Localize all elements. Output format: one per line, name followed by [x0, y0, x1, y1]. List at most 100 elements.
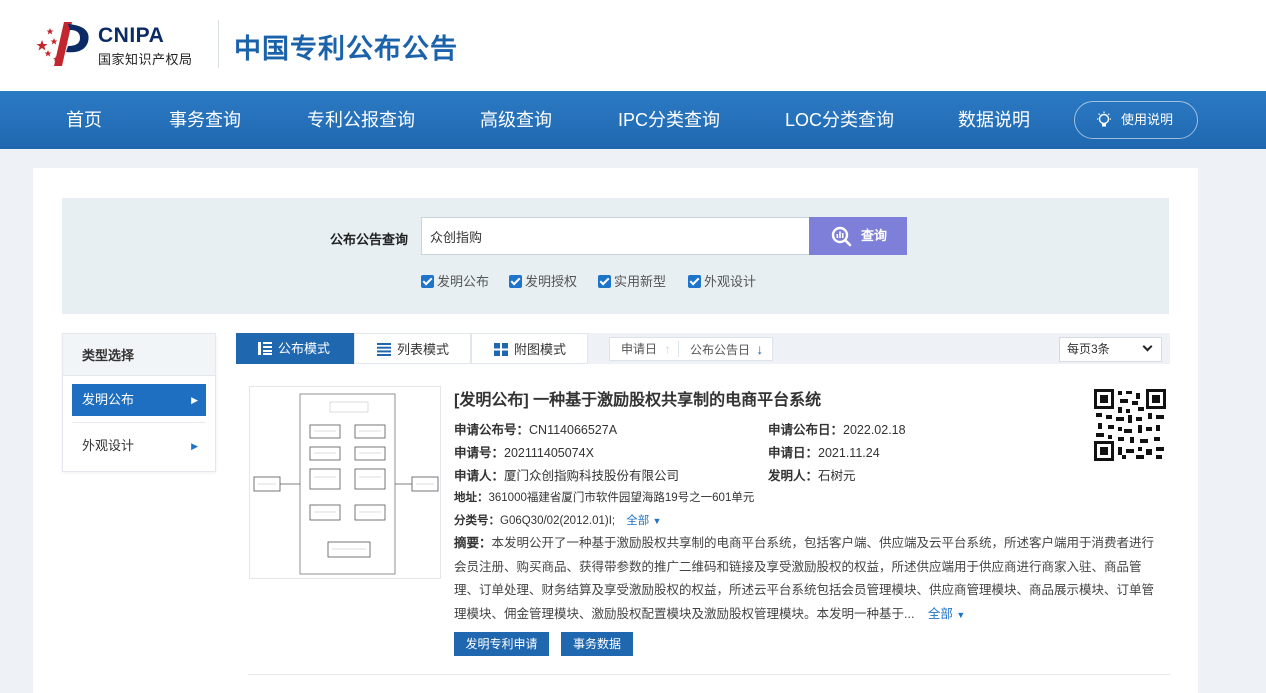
field-label: 摘要： — [454, 536, 492, 550]
field-label: 申请人： — [454, 469, 505, 483]
checkbox-checked-icon — [509, 275, 522, 288]
checkbox-invention-grant[interactable]: 发明授权 — [509, 271, 577, 289]
site-title: 中国专利公布公告 — [234, 34, 458, 64]
abstract-text: 摘要：本发明公开了一种基于激励股权共享制的电商平台系统，包括客户端、供应端及云平… — [454, 532, 1166, 627]
sidebar-item-design[interactable]: 外观设计 ▶ — [72, 430, 206, 462]
tab-label: 附图模式 — [514, 342, 567, 357]
tab-label: 公布模式 — [278, 341, 331, 356]
inventor-field: 发明人：石树元 — [768, 465, 856, 484]
app-date-field: 申请日：2021.11.24 — [768, 442, 880, 461]
abstract-expand-link[interactable]: 全部 ▼ — [928, 607, 965, 621]
checkbox-checked-icon — [598, 275, 611, 288]
sort-by-pub-date[interactable]: 公布公告日 ↓ — [690, 337, 763, 361]
expand-label: 全部 — [927, 606, 953, 621]
checkbox-checked-icon — [688, 275, 701, 288]
header-divider — [218, 20, 219, 68]
caret-down-icon: ▼ — [956, 609, 966, 620]
checkbox-checked-icon — [421, 275, 434, 288]
field-label: 分类号： — [454, 515, 500, 527]
sidebar-item-label: 发明公布 — [82, 392, 135, 407]
tab-publication-mode[interactable]: 公布模式 — [236, 333, 354, 364]
search-icon — [831, 226, 852, 247]
chevron-down-icon — [1142, 341, 1153, 352]
nav-home[interactable]: 首页 — [66, 91, 102, 149]
arrow-up-icon: ↑ — [664, 342, 671, 356]
sort-label: 公布公告日 — [690, 343, 751, 357]
sort-divider — [678, 341, 679, 357]
nav-advanced-query[interactable]: 高级查询 — [480, 91, 552, 149]
field-label: 申请日： — [768, 446, 819, 460]
nav-loc-query[interactable]: LOC分类查询 — [785, 91, 894, 149]
nav-affairs-query[interactable]: 事务查询 — [169, 91, 241, 149]
field-label: 申请公布号： — [454, 423, 530, 437]
nav-data-notes[interactable]: 数据说明 — [958, 91, 1030, 149]
site-header: CNIPA 国家知识产权局 中国专利公布公告 — [0, 0, 1266, 91]
field-label: 申请号： — [454, 446, 505, 460]
field-value: 361000福建省厦门市软件园望海路19号之一601单元 — [488, 492, 755, 504]
checkbox-label: 外观设计 — [704, 274, 757, 289]
sidebar-divider — [72, 422, 206, 423]
field-value: 202111405074X — [504, 446, 594, 460]
app-no-field: 申请号：202111405074X — [454, 442, 594, 461]
search-label: 公布公告查询 — [330, 232, 409, 247]
affairs-data-button[interactable]: 事务数据 — [561, 632, 633, 656]
search-button-label: 查询 — [861, 228, 888, 243]
sidebar-title: 类型选择 — [62, 333, 216, 376]
class-field: 分类号：G06Q30/02(2012.01)I; 全部 ▼ — [454, 512, 661, 528]
checkbox-label: 发明授权 — [525, 274, 578, 289]
result-thumbnail[interactable] — [249, 386, 441, 579]
help-button[interactable]: 使用说明 — [1074, 101, 1198, 139]
sidebar-item-label: 外观设计 — [82, 438, 135, 453]
cnipa-logo[interactable]: CNIPA 国家知识产权局 — [34, 18, 214, 70]
list-detail-icon — [258, 342, 272, 355]
lightbulb-icon — [1097, 111, 1111, 127]
checkbox-utility-model[interactable]: 实用新型 — [598, 271, 666, 289]
field-label: 地址： — [454, 492, 489, 504]
main-nav: 首页 事务查询 专利公报查询 高级查询 IPC分类查询 LOC分类查询 数据说明… — [0, 91, 1266, 149]
field-label: 发明人： — [768, 469, 819, 483]
sort-by-apply-date[interactable]: 申请日 ↑ — [621, 337, 670, 361]
caret-down-icon: ▼ — [652, 516, 662, 526]
per-page-value: 每页3条 — [1067, 342, 1110, 356]
tab-list-mode[interactable]: 列表模式 — [354, 333, 471, 364]
grid-icon — [494, 343, 508, 356]
checkbox-design[interactable]: 外观设计 — [688, 271, 756, 289]
checkbox-invention-publication[interactable]: 发明公布 — [421, 271, 489, 289]
logo-chinese-text: 国家知识产权局 — [98, 53, 193, 68]
chevron-right-icon: ▶ — [191, 441, 198, 451]
tab-figure-mode[interactable]: 附图模式 — [471, 333, 588, 364]
result-title[interactable]: [发明公布] 一种基于激励股权共享制的电商平台系统 — [454, 386, 821, 410]
address-field: 地址：361000福建省厦门市软件园望海路19号之一601单元 — [454, 489, 754, 505]
logo-english-text: CNIPA — [98, 24, 165, 47]
field-value: 2022.02.18 — [843, 423, 906, 437]
abstract-body: 本发明公开了一种基于激励股权共享制的电商平台系统，包括客户端、供应端及云平台系统… — [454, 536, 1155, 621]
arrow-down-icon: ↓ — [756, 341, 764, 357]
checkbox-label: 发明公布 — [437, 274, 490, 289]
field-value: G06Q30/02(2012.01)I; — [500, 515, 616, 527]
sort-label: 申请日 — [621, 342, 658, 356]
system-diagram-image — [253, 393, 439, 575]
sidebar-item-invention-publication[interactable]: 发明公布 ▶ — [72, 384, 206, 416]
chevron-right-icon: ▶ — [191, 395, 198, 405]
field-label: 申请公布日： — [768, 423, 844, 437]
applicant-field: 申请人：厦门众创指购科技股份有限公司 — [454, 465, 679, 484]
per-page-select[interactable]: 每页3条 — [1059, 337, 1162, 362]
cnipa-logo-mark-icon — [36, 22, 89, 66]
class-expand-link[interactable]: 全部 ▼ — [626, 515, 661, 527]
invention-application-button[interactable]: 发明专利申请 — [454, 632, 549, 656]
result-divider — [248, 674, 1170, 675]
checkbox-label: 实用新型 — [614, 274, 667, 289]
search-panel — [62, 198, 1169, 314]
field-value: 2021.11.24 — [818, 446, 880, 460]
search-input[interactable] — [421, 217, 810, 255]
tab-label: 列表模式 — [397, 342, 450, 357]
list-icon — [377, 343, 391, 356]
nav-gazette-query[interactable]: 专利公报查询 — [307, 91, 415, 149]
search-button[interactable]: 查询 — [809, 217, 907, 255]
help-button-label: 使用说明 — [1121, 112, 1174, 127]
nav-ipc-query[interactable]: IPC分类查询 — [618, 91, 720, 149]
field-value: CN114066527A — [529, 423, 618, 437]
qr-code-icon[interactable] — [1094, 389, 1166, 461]
field-value: 石树元 — [818, 469, 856, 483]
pub-no-field: 申请公布号：CN114066527A — [454, 419, 617, 438]
